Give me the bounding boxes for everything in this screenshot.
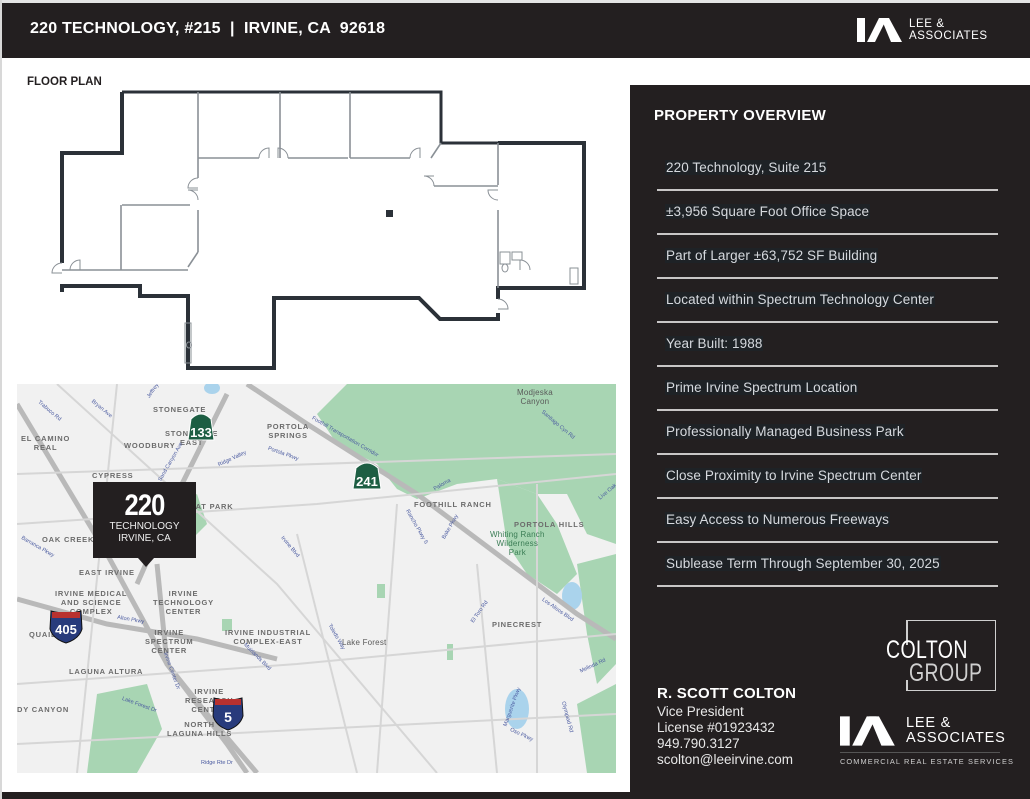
overview-title: PROPERTY OVERVIEW bbox=[654, 107, 827, 124]
map-park-label: Whiting Ranch Wilderness Park bbox=[490, 530, 545, 557]
contact-title: Vice President bbox=[657, 704, 744, 719]
overview-item: Part of Larger ±63,752 SF Building bbox=[657, 235, 998, 279]
lee-associates-logo: LEE & ASSOCIATES bbox=[857, 17, 988, 43]
lee-associates-footer-logo: LEE & ASSOCIATES bbox=[840, 715, 1006, 747]
lee-associates-logo-icon bbox=[840, 716, 895, 746]
map-area-label: PINECREST bbox=[492, 620, 543, 629]
overview-item-text: Close Proximity to Irvine Spectrum Cente… bbox=[665, 468, 923, 483]
pin-line1: TECHNOLOGY bbox=[109, 521, 180, 532]
contact-license: License #01923432 bbox=[657, 720, 775, 735]
exterior-wall bbox=[496, 141, 586, 299]
ca-133-shield-icon: 133 bbox=[187, 413, 215, 441]
location-map[interactable]: STONEGATE STONEGATE EAST EL CAMINO REAL … bbox=[17, 384, 616, 773]
map-area-label: WOODBURY bbox=[124, 441, 176, 450]
map-area-label: PORTOLA HILLS bbox=[514, 520, 585, 529]
overview-item-text: Year Built: 1988 bbox=[665, 336, 764, 351]
overview-item: Close Proximity to Irvine Spectrum Cente… bbox=[657, 455, 998, 499]
interstate-5-shield-icon: 5 bbox=[212, 697, 244, 731]
map-area-label: OAK CREEK bbox=[42, 535, 95, 544]
overview-item-text: ±3,956 Square Foot Office Space bbox=[665, 204, 871, 219]
map-area-label: IRVINE INDUSTRIAL COMPLEX-EAST bbox=[225, 628, 311, 646]
svg-text:5: 5 bbox=[224, 709, 232, 725]
floor-plan-label: FLOOR PLAN bbox=[27, 76, 102, 88]
map-base bbox=[17, 384, 616, 773]
map-area-label: IRVINE SPECTRUM CENTER bbox=[145, 628, 194, 655]
svg-text:133: 133 bbox=[190, 425, 212, 440]
bottom-band bbox=[2, 792, 1030, 799]
overview-item: Professionally Managed Business Park bbox=[657, 411, 998, 455]
exterior-wall bbox=[60, 284, 500, 370]
header-bar: 220 TECHNOLOGY, #215 | IRVINE, CA 92618 … bbox=[2, 3, 1030, 58]
column bbox=[386, 210, 393, 217]
overview-item: Located within Spectrum Technology Cente… bbox=[657, 279, 998, 323]
overview-item: ±3,956 Square Foot Office Space bbox=[657, 191, 998, 235]
contact-name: R. SCOTT COLTON bbox=[657, 685, 797, 702]
contact-block: R. SCOTT COLTON Vice President License #… bbox=[657, 685, 796, 768]
map-area-label: LAGUNA ALTURA bbox=[69, 667, 144, 676]
overview-item: Easy Access to Numerous Freeways bbox=[657, 499, 998, 543]
floor-plan-drawing bbox=[51, 90, 586, 370]
map-area-label: PORTOLA SPRINGS bbox=[267, 422, 310, 440]
overview-item-text: Sublease Term Through September 30, 2025 bbox=[665, 556, 941, 571]
page-title: 220 TECHNOLOGY, #215 | IRVINE, CA 92618 bbox=[30, 20, 386, 37]
logo-tagline: COMMERCIAL REAL ESTATE SERVICES bbox=[840, 752, 1013, 766]
overview-item-text: Located within Spectrum Technology Cente… bbox=[665, 292, 936, 307]
overview-item-text: Professionally Managed Business Park bbox=[665, 424, 905, 439]
colton-group-logo: COLTON GROUP bbox=[886, 620, 996, 691]
map-area-label: FOOTHILL RANCH bbox=[414, 500, 492, 509]
logo-line2: ASSOCIATES bbox=[906, 730, 1006, 746]
logo-line1: LEE & bbox=[909, 18, 945, 30]
pin-line2: IRVINE, CA bbox=[118, 533, 171, 544]
page-edge bbox=[0, 0, 2, 799]
pin-building-number: 220 bbox=[124, 489, 165, 522]
contact-email[interactable]: scolton@leeirvine.com bbox=[657, 752, 796, 768]
map-area-label: IRVINE TECHNOLOGY CENTER bbox=[153, 589, 214, 616]
road-label: Ridge Rte Dr bbox=[201, 760, 233, 766]
contact-phone[interactable]: 949.790.3127 bbox=[657, 736, 796, 752]
property-location-pin[interactable]: 220 TECHNOLOGY IRVINE, CA bbox=[93, 482, 196, 567]
colton-logo-line2: GROUP bbox=[909, 659, 983, 687]
overview-item: Year Built: 1988 bbox=[657, 323, 998, 367]
interstate-405-shield-icon: 405 bbox=[49, 610, 83, 644]
overview-item-text: 220 Technology, Suite 215 bbox=[665, 160, 828, 175]
svg-text:241: 241 bbox=[356, 474, 378, 489]
lee-associates-logo-icon bbox=[857, 18, 902, 42]
map-area-label: EL CAMINO REAL bbox=[21, 434, 71, 452]
map-area-label: EAST IRVINE bbox=[79, 568, 135, 577]
overview-item: 220 Technology, Suite 215 bbox=[657, 147, 998, 191]
overview-item-text: Part of Larger ±63,752 SF Building bbox=[665, 248, 879, 263]
property-overview-panel: PROPERTY OVERVIEW 220 Technology, Suite … bbox=[630, 85, 1030, 792]
exterior-wall bbox=[60, 92, 124, 263]
overview-item-text: Prime Irvine Spectrum Location bbox=[665, 380, 859, 395]
map-area-label: DY CANYON bbox=[17, 705, 70, 714]
exterior-wall bbox=[122, 90, 498, 145]
ca-241-shield-icon: 241 bbox=[352, 462, 382, 490]
map-place-label: Modjeska Canyon bbox=[517, 388, 553, 406]
overview-list: 220 Technology, Suite 215 ±3,956 Square … bbox=[657, 147, 998, 587]
logo-line2: ASSOCIATES bbox=[909, 30, 988, 42]
logo-line1: LEE & bbox=[906, 715, 952, 731]
svg-text:405: 405 bbox=[55, 622, 77, 637]
overview-item: Prime Irvine Spectrum Location bbox=[657, 367, 998, 411]
overview-item-text: Easy Access to Numerous Freeways bbox=[665, 512, 891, 527]
map-place-label: Lake Forest bbox=[342, 638, 387, 647]
overview-item: Sublease Term Through September 30, 2025 bbox=[657, 543, 998, 587]
